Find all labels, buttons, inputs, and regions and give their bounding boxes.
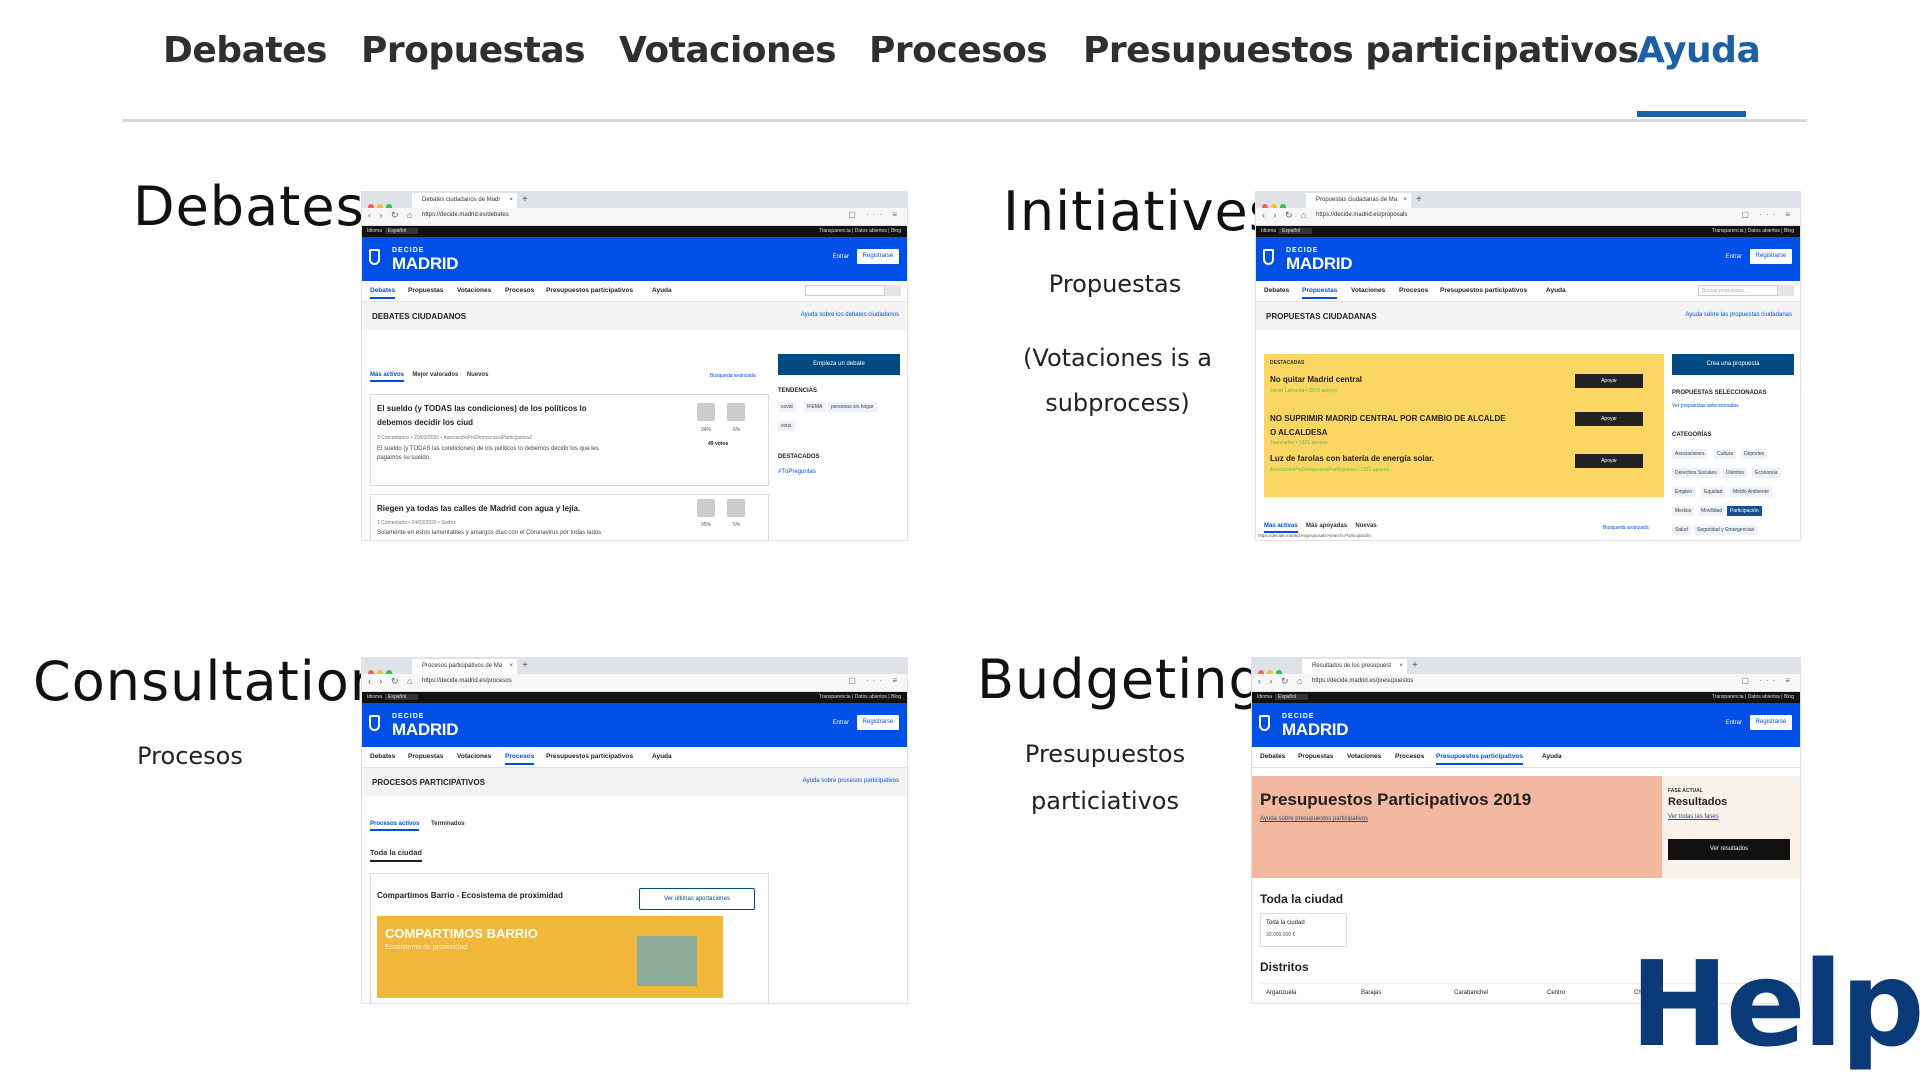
- tab-propuestas[interactable]: Propuestas: [361, 30, 586, 71]
- login-link[interactable]: Entrar: [1726, 254, 1742, 260]
- process-tabs[interactable]: Procesos activos Terminados: [370, 821, 465, 831]
- site-header: DECIDE MADRID Entrar Registrarse: [362, 703, 907, 747]
- start-debate-button[interactable]: Empieza un debate: [778, 354, 900, 375]
- browser-tabstrip: Procesos participativos de Ma × +: [362, 658, 907, 676]
- support-button[interactable]: Apoyar: [1575, 374, 1643, 388]
- sub-subprocess-note: subprocess): [1045, 389, 1190, 417]
- new-tab-icon[interactable]: +: [522, 192, 528, 208]
- site-menu: Debates Propuestas Votaciones Procesos P…: [1256, 281, 1800, 302]
- tab-ayuda[interactable]: Ayuda: [1637, 30, 1761, 71]
- decide-madrid-logo[interactable]: MADRID: [1286, 254, 1353, 274]
- process-card[interactable]: Compartimos Barrio - Ecosistema de proxi…: [370, 873, 769, 1003]
- site-header: DECIDE MADRID Entrar Registrarse: [1252, 703, 1800, 747]
- create-proposal-button[interactable]: Crea una propuesta: [1672, 354, 1794, 375]
- address-bar[interactable]: ‹ › ↻ ⌂ https://decide.madrid.es/presupu…: [1252, 674, 1800, 692]
- phase-panel: FASE ACTUAL Resultados Ver todas las fas…: [1662, 776, 1800, 878]
- section-header: DEBATES CIUDADANOS Ayuda sobre los debat…: [362, 302, 907, 330]
- screenshot-procesos: Procesos participativos de Ma × + ‹ › ↻ ⌂…: [362, 658, 907, 1003]
- active-tab-underline: [1637, 111, 1746, 117]
- sub-propuestas: Propuestas: [1048, 270, 1182, 298]
- new-tab-icon[interactable]: +: [1412, 658, 1418, 674]
- browser-tabstrip: Resultados de los presupuest × +: [1252, 658, 1800, 676]
- sort-tabs[interactable]: Más activos Mejor valorados Nuevos: [370, 372, 488, 382]
- utility-bar: Idioma Español Transparencia | Datos abie…: [362, 692, 907, 703]
- tab-procesos[interactable]: Procesos: [869, 30, 1048, 71]
- label-initiatives: Initiatives: [1003, 180, 1278, 243]
- tab-presupuestos-participativos[interactable]: Presupuestos participativos: [1083, 30, 1639, 71]
- tab-votaciones[interactable]: Votaciones: [619, 30, 837, 71]
- section-header: PROPUESTAS CIUDADANAS Ayuda sobre las pr…: [1256, 302, 1800, 330]
- login-link[interactable]: Entrar: [833, 254, 849, 260]
- new-tab-icon[interactable]: +: [1416, 192, 1422, 208]
- support-button[interactable]: Apoyar: [1575, 454, 1643, 468]
- site-menu: Debates Propuestas Votaciones Procesos P…: [362, 281, 907, 302]
- thumbs-up-icon[interactable]: [697, 499, 715, 517]
- sub-particiativos: particiativos: [1031, 787, 1179, 815]
- register-button[interactable]: Registrarse: [1750, 715, 1792, 730]
- utility-bar: Idioma Español Transparencia | Datos abie…: [362, 226, 907, 237]
- label-budgeting: Budgeting: [977, 648, 1264, 711]
- tab-debates[interactable]: Debates: [163, 30, 327, 71]
- register-button[interactable]: Registrarse: [857, 249, 899, 264]
- help-section-nav: Debates Propuestas Votaciones Procesos P…: [122, 0, 1807, 122]
- process-banner: COMPARTIMOS BARRIO Ecosistema de proximi…: [377, 916, 723, 998]
- help-logo: Help: [1630, 935, 1920, 1073]
- thumbs-up-icon[interactable]: [697, 403, 715, 421]
- screenshot-debates: Debates ciudadanos de Madr × + ‹ › ↻ ⌂ ht…: [362, 192, 907, 540]
- address-bar[interactable]: ‹ › ↻ ⌂ https://decide.madrid.es/proceso…: [362, 674, 907, 692]
- section-header: PROCESOS PARTICIPATIVOS Ayuda sobre proc…: [362, 768, 907, 796]
- sub-votaciones-note: (Votaciones is a: [1023, 344, 1212, 372]
- status-url: https://decide.madrid.es/proposals?searc…: [1258, 533, 1371, 538]
- browser-tab[interactable]: Procesos participativos de Ma ×: [412, 659, 517, 674]
- city-illustration-icon: [637, 936, 697, 986]
- address-bar[interactable]: ‹ › ↻ ⌂ https://decide.madrid.es/debates…: [362, 208, 907, 226]
- debate-card[interactable]: Riegen ya todas las calles de Madrid con…: [370, 494, 769, 540]
- view-results-button[interactable]: Ver resultados: [1668, 839, 1790, 860]
- debate-card[interactable]: El sueldo (y TODAS las condiciones) de l…: [370, 394, 769, 486]
- view-contributions-button[interactable]: Ver últimas aportaciones: [639, 888, 755, 910]
- browser-tabstrip: Propuestas ciudadanas de Ma × +: [1256, 192, 1800, 210]
- sub-presupuestos: Presupuestos: [1024, 740, 1186, 768]
- register-button[interactable]: Registrarse: [857, 715, 899, 730]
- new-tab-icon[interactable]: +: [522, 658, 528, 674]
- utility-bar: Idioma Español Transparencia | Datos abie…: [1252, 692, 1800, 703]
- browser-tab[interactable]: Propuestas ciudadanas de Ma ×: [1306, 193, 1411, 208]
- thumbs-down-icon[interactable]: [727, 403, 745, 421]
- decide-madrid-logo[interactable]: MADRID: [392, 720, 459, 740]
- browser-tabstrip: Debates ciudadanos de Madr × +: [362, 192, 907, 210]
- support-button[interactable]: Apoyar: [1575, 412, 1643, 426]
- madrid-crest-icon: [369, 715, 380, 731]
- madrid-crest-icon: [1259, 715, 1270, 731]
- register-button[interactable]: Registrarse: [1750, 249, 1792, 264]
- site-menu: Debates Propuestas Votaciones Procesos P…: [362, 747, 907, 768]
- site-header: DECIDE MADRID Entrar Registrarse: [1256, 237, 1800, 281]
- site-header: DECIDE MADRID Entrar Registrarse: [362, 237, 907, 281]
- screenshot-propuestas: Propuestas ciudadanas de Ma × + ‹ › ↻ ⌂ h…: [1256, 192, 1800, 540]
- login-link[interactable]: Entrar: [833, 720, 849, 726]
- budget-banner: Presupuestos Participativos 2019 Ayuda s…: [1252, 776, 1662, 878]
- label-debates: Debates: [133, 175, 365, 238]
- search-input[interactable]: [805, 285, 885, 296]
- search-icon[interactable]: [1778, 285, 1794, 296]
- browser-tab[interactable]: Resultados de los presupuest ×: [1302, 659, 1407, 674]
- featured-proposals: DESTACADAS No quitar Madrid central Javi…: [1264, 354, 1664, 497]
- browser-tab[interactable]: Debates ciudadanos de Madr ×: [412, 193, 517, 208]
- site-menu: Debates Propuestas Votaciones Procesos P…: [1252, 747, 1800, 768]
- decide-madrid-logo[interactable]: MADRID: [1282, 720, 1349, 740]
- madrid-crest-icon: [1263, 249, 1274, 265]
- search-input[interactable]: Buscar propuestas...: [1698, 285, 1778, 296]
- sort-tabs[interactable]: Más activas Más apoyadas Nuevas: [1264, 523, 1377, 533]
- search-icon[interactable]: [885, 285, 901, 296]
- decide-madrid-logo[interactable]: MADRID: [392, 254, 459, 274]
- madrid-crest-icon: [369, 249, 380, 265]
- login-link[interactable]: Entrar: [1726, 720, 1742, 726]
- sub-procesos: Procesos: [137, 742, 243, 770]
- utility-bar: Idioma Español Transparencia | Datos abie…: [1256, 226, 1800, 237]
- label-consultation: Consultation: [33, 650, 386, 713]
- address-bar[interactable]: ‹ › ↻ ⌂ https://decide.madrid.es/proposa…: [1256, 208, 1800, 226]
- city-budget-box[interactable]: Toda la ciudad 30.000.000 €: [1260, 913, 1347, 947]
- thumbs-down-icon[interactable]: [727, 499, 745, 517]
